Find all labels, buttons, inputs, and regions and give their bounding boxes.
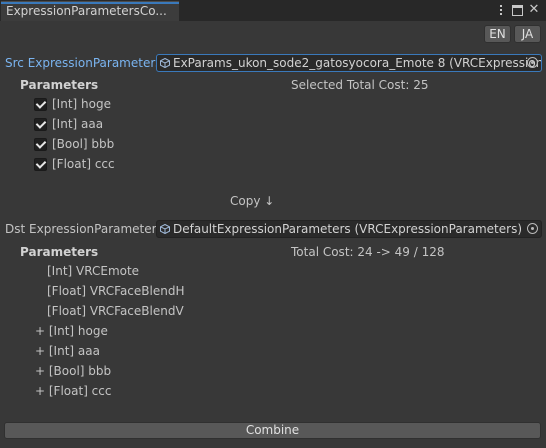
src-param-item[interactable]: [Int] hoge [34,96,111,112]
dst-params-heading: Parameters [20,245,99,259]
maximize-icon[interactable] [512,4,523,16]
dst-existing-param: [Float] VRCFaceBlendH [47,284,185,298]
checkbox[interactable] [34,157,47,171]
kebab-menu-icon[interactable] [495,4,507,16]
object-picker-icon[interactable] [527,223,538,234]
combine-button[interactable]: Combine [4,422,541,439]
src-parameters-field[interactable]: ExParams_ukon_sode2_gatosyocora_Emote 8 … [156,54,542,72]
checkbox[interactable] [34,137,47,151]
lang-ja-button[interactable]: JA [514,25,541,43]
src-param-label: [Float] ccc [52,157,115,171]
src-param-label: [Int] hoge [52,97,111,111]
scriptable-object-icon [160,224,170,234]
checkbox[interactable] [34,117,47,131]
src-parameters-label: Src ExpressionParameters [5,56,162,70]
lang-en-button[interactable]: EN [484,25,511,43]
dst-parameters-value: DefaultExpressionParameters (VRCExpressi… [173,222,522,236]
dst-added-param: + [Bool] bbb [35,364,112,378]
src-param-item[interactable]: [Bool] bbb [34,136,114,152]
src-param-label: [Int] aaa [52,117,104,131]
expression-parameters-window: ExpressionParametersCo... ✕ EN JA Src Ex… [0,0,546,448]
src-param-item[interactable]: [Int] aaa [34,116,103,132]
dst-existing-param: [Int] VRCEmote [47,264,140,278]
scriptable-object-icon [160,58,170,68]
copy-label: Copy ↓ [230,194,275,208]
dst-existing-param: [Float] VRCFaceBlendV [47,304,184,318]
dst-parameters-field[interactable]: DefaultExpressionParameters (VRCExpressi… [156,220,542,238]
tab-expression-parameters-combiner[interactable]: ExpressionParametersCo... [1,1,179,21]
src-parameters-value: ExParams_ukon_sode2_gatosyocora_Emote 8 … [173,56,542,70]
tab-title: ExpressionParametersCo... [6,4,167,18]
src-params-heading: Parameters [20,78,99,92]
dst-added-param: + [Int] aaa [35,344,100,358]
close-icon[interactable]: ✕ [528,3,540,16]
window-controls: ✕ [495,3,540,17]
tab-bar: ExpressionParametersCo... ✕ [0,0,546,21]
dst-added-param: + [Float] ccc [35,384,112,398]
dst-total-cost: Total Cost: 24 -> 49 / 128 [291,245,445,259]
selected-total-cost: Selected Total Cost: 25 [291,78,429,92]
src-param-item[interactable]: [Float] ccc [34,156,115,172]
dst-parameters-label: Dst ExpressionParameters [5,222,163,236]
tab-active-indicator [1,2,179,4]
checkbox[interactable] [34,97,47,111]
dst-added-param: + [Int] hoge [35,324,108,338]
src-param-label: [Bool] bbb [52,137,115,151]
object-picker-icon[interactable] [527,57,538,68]
